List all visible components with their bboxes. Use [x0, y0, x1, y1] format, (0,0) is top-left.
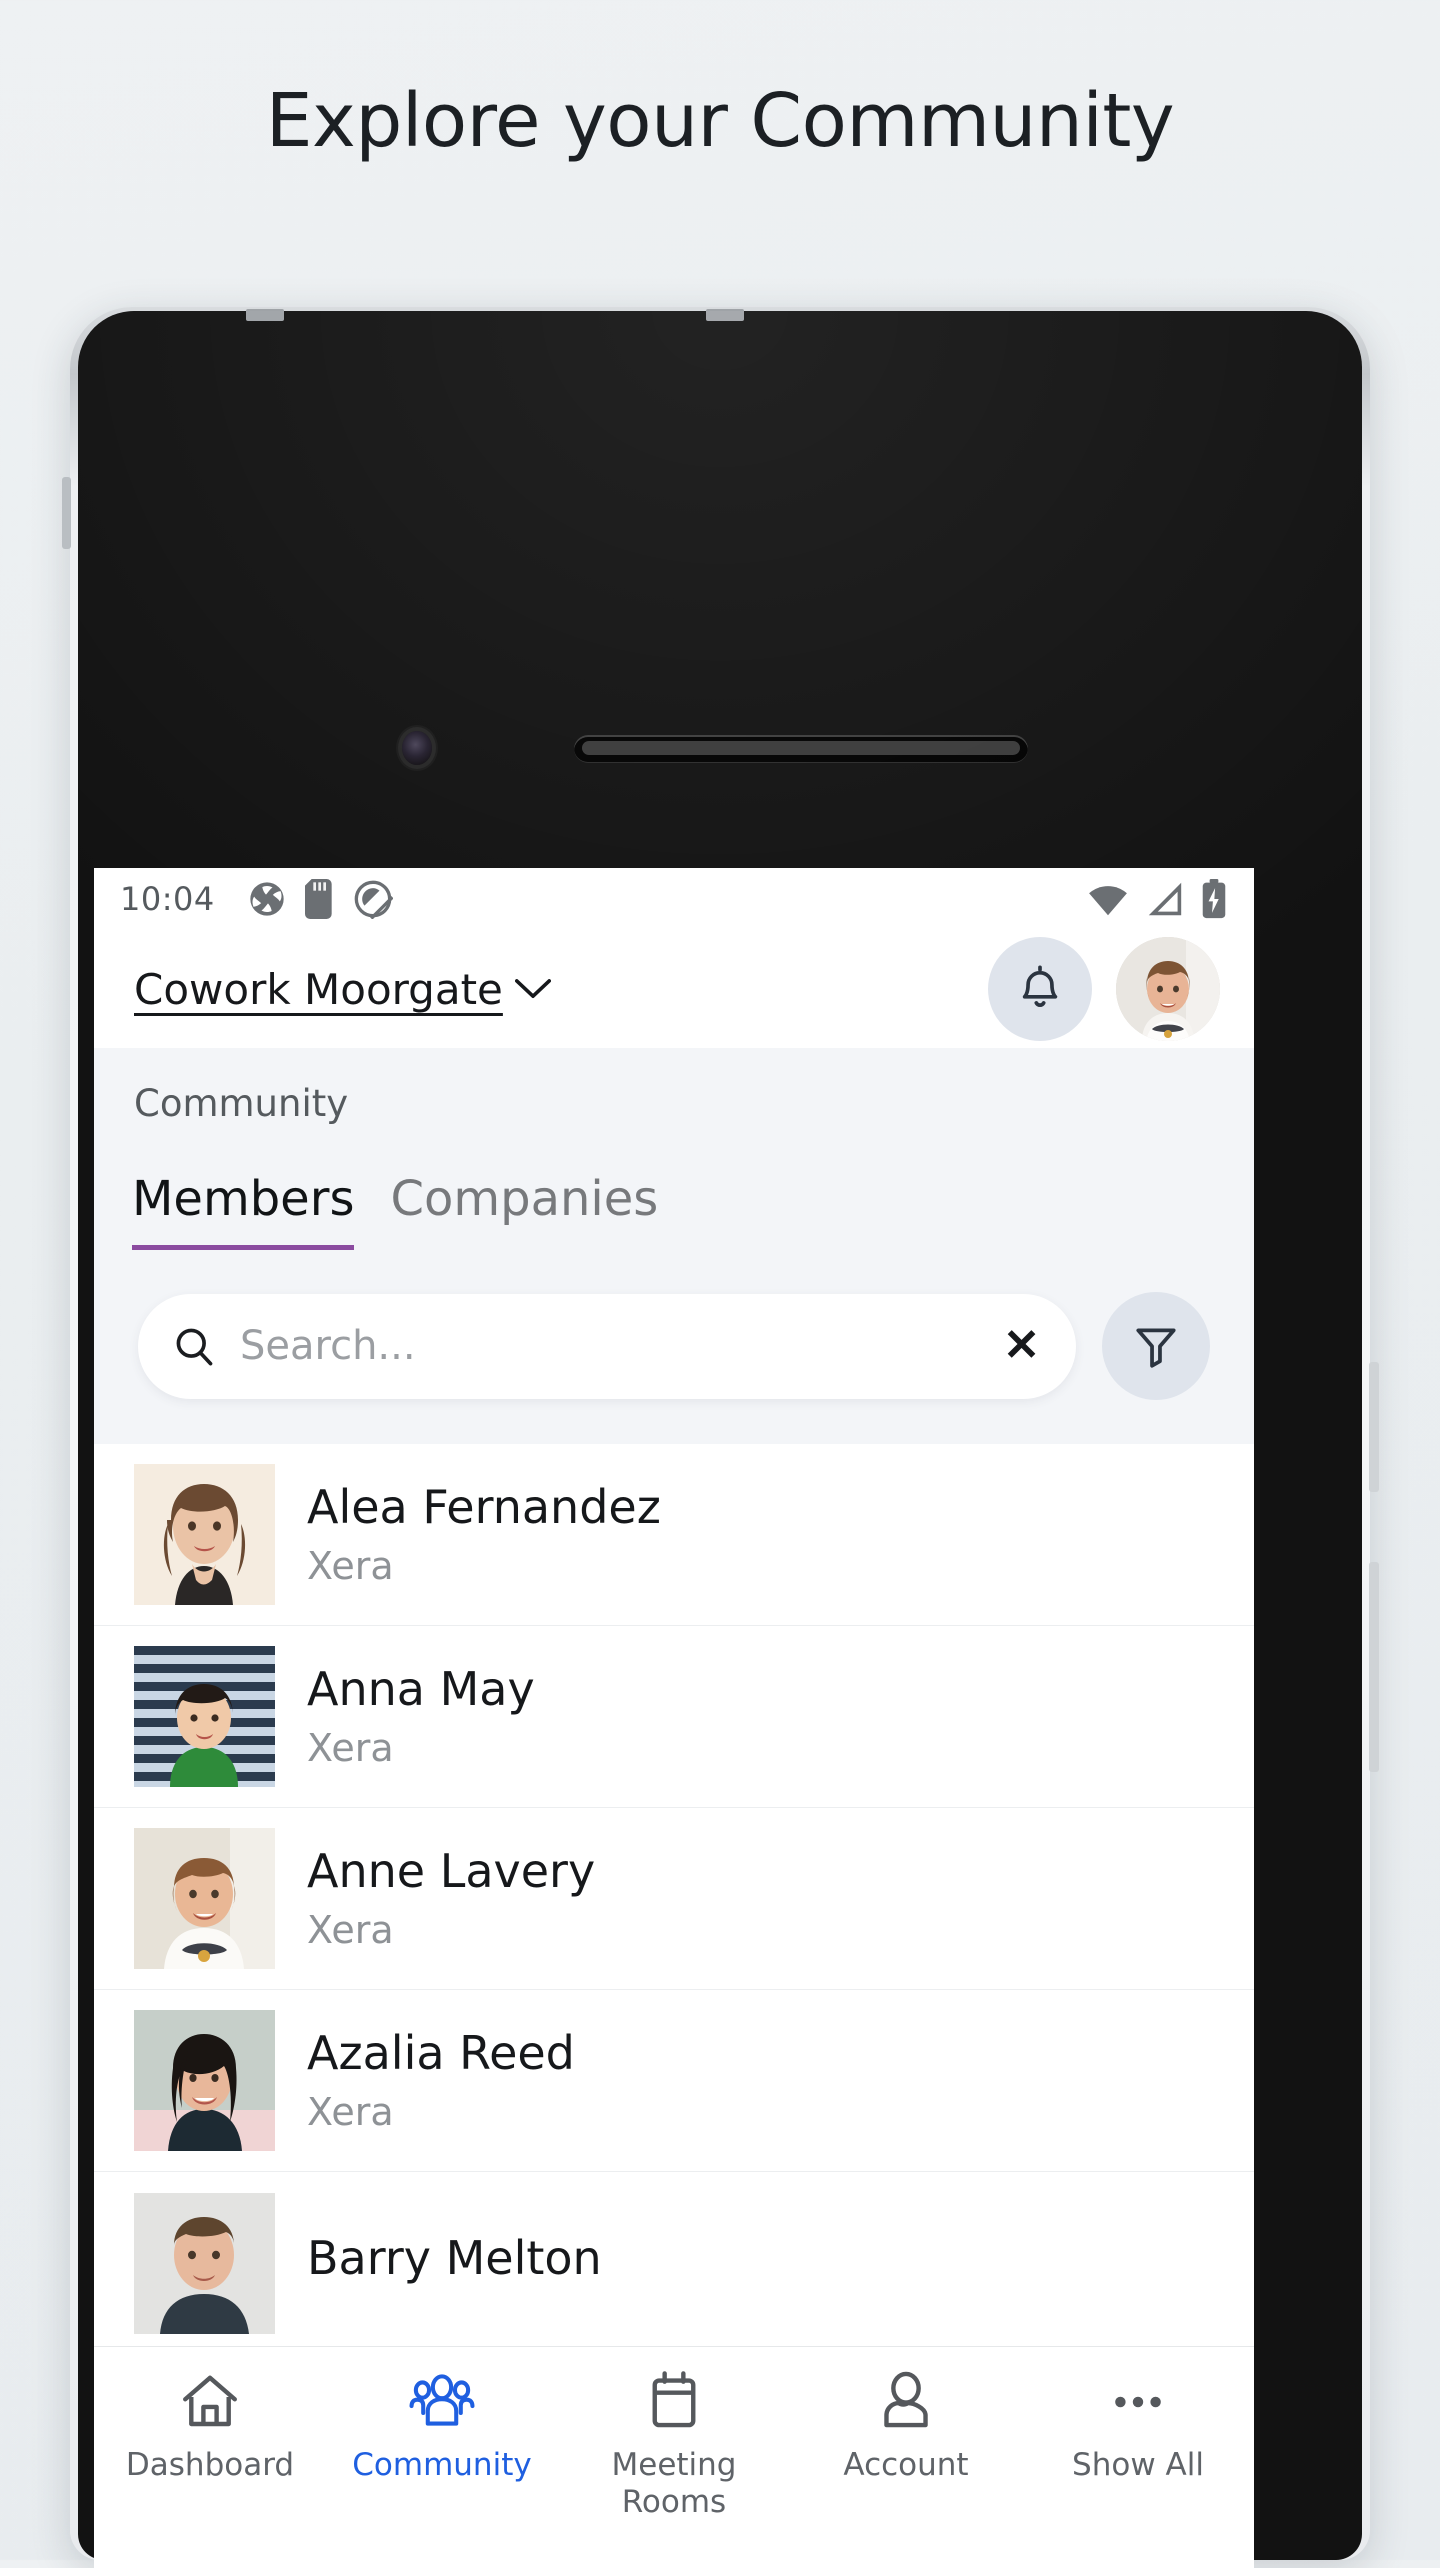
people-icon — [409, 2369, 475, 2435]
sd-card-icon — [303, 879, 337, 919]
status-bar: 10:04 — [94, 868, 1254, 930]
member-info: Anna May Xera — [307, 1663, 535, 1770]
cellular-signal-icon — [1144, 881, 1186, 917]
nav-item-account[interactable]: Account — [790, 2369, 1022, 2484]
member-name: Anna May — [307, 1662, 535, 1717]
tab-members[interactable]: Members — [132, 1171, 355, 1250]
app-header: Cowork Moorgate — [94, 930, 1254, 1048]
tab-companies[interactable]: Companies — [390, 1171, 658, 1250]
bezel-tab-left — [246, 309, 284, 321]
member-info: Azalia Reed Xera — [307, 2027, 575, 2134]
list-item[interactable]: Anne Lavery Xera — [94, 1808, 1254, 1990]
avatar[interactable] — [1116, 937, 1220, 1041]
member-list: Alea Fernandez Xera Anna May Xera Anne L… — [94, 1444, 1254, 2354]
list-item[interactable]: Alea Fernandez Xera — [94, 1444, 1254, 1626]
phone-mockup: 10:04 Cowork Moorgate Community Members … — [62, 307, 1379, 2568]
search-input[interactable] — [240, 1323, 980, 1369]
member-avatar — [134, 2192, 275, 2334]
ellipsis-icon — [1105, 2369, 1171, 2435]
clear-search-icon[interactable]: ✕ — [1003, 1324, 1040, 1368]
chevron-down-icon — [514, 977, 551, 1001]
nav-item-community[interactable]: Community — [326, 2369, 558, 2484]
battery-charging-icon — [1200, 879, 1228, 919]
member-info: Alea Fernandez Xera — [307, 1481, 661, 1588]
nav-item-dashboard[interactable]: Dashboard — [94, 2369, 326, 2484]
member-info: Anne Lavery Xera — [307, 1845, 595, 1952]
list-item[interactable]: Barry Melton — [94, 2172, 1254, 2354]
nav-label: Show All — [1072, 2447, 1204, 2483]
bezel-tab-right — [706, 309, 744, 321]
search-row: ✕ — [94, 1250, 1254, 1444]
list-item[interactable]: Anna May Xera — [94, 1626, 1254, 1808]
phone-side-button-left[interactable] — [62, 477, 71, 549]
phone-volume-button[interactable] — [1369, 1362, 1379, 1492]
page-title: Explore your Community — [265, 78, 1175, 164]
status-right-icons — [1086, 879, 1228, 919]
member-name: Anne Lavery — [307, 1844, 596, 1899]
wifi-icon — [1086, 881, 1130, 917]
search-icon — [172, 1324, 216, 1368]
calendar-icon — [641, 2369, 707, 2435]
home-icon — [177, 2369, 243, 2435]
status-time: 10:04 — [120, 880, 215, 918]
member-company: Xera — [307, 1907, 394, 1952]
member-avatar — [134, 1828, 275, 1969]
bell-icon — [1014, 963, 1066, 1015]
nav-item-meeting-rooms[interactable]: Meeting Rooms — [558, 2369, 790, 2520]
member-avatar — [134, 2010, 275, 2151]
community-section: Community Members Companies ✕ — [94, 1048, 1254, 1444]
member-name: Alea Fernandez — [307, 1480, 661, 1535]
filter-button[interactable] — [1102, 1292, 1210, 1400]
do-not-disturb-icon — [353, 879, 393, 919]
search-box[interactable]: ✕ — [138, 1293, 1076, 1399]
list-item[interactable]: Azalia Reed Xera — [94, 1990, 1254, 2172]
member-avatar — [134, 1646, 275, 1787]
notifications-button[interactable] — [988, 937, 1092, 1041]
person-icon — [873, 2369, 939, 2435]
front-camera-icon — [402, 731, 432, 765]
member-company: Xera — [307, 2089, 394, 2134]
nav-item-show-all[interactable]: Show All — [1022, 2369, 1254, 2484]
header-actions — [988, 937, 1220, 1041]
tab-bar: Members Companies — [94, 1125, 1254, 1250]
member-company: Xera — [307, 1543, 394, 1588]
member-name: Azalia Reed — [307, 2026, 575, 2081]
nav-label: Meeting Rooms — [611, 2447, 737, 2520]
venue-selector[interactable]: Cowork Moorgate — [134, 965, 551, 1014]
section-label: Community — [134, 1082, 349, 1125]
venue-name: Cowork Moorgate — [134, 964, 503, 1014]
member-company: Xera — [307, 1725, 394, 1770]
member-name: Barry Melton — [307, 2230, 602, 2285]
member-avatar — [134, 1464, 275, 1605]
phone-power-button[interactable] — [1369, 1562, 1379, 1772]
status-left-icons — [247, 879, 393, 919]
bottom-navigation: Dashboard Community Meeting Rooms Accoun… — [94, 2346, 1254, 2568]
nav-label: Account — [843, 2447, 969, 2483]
earpiece-speaker — [574, 735, 1028, 763]
phone-screen: 10:04 Cowork Moorgate Community Members … — [94, 868, 1254, 2568]
nav-label: Dashboard — [125, 2447, 295, 2483]
filter-icon — [1131, 1321, 1181, 1371]
app-shutter-icon — [247, 879, 287, 919]
member-info: Barry Melton — [307, 2230, 602, 2295]
nav-label: Community — [352, 2447, 532, 2483]
